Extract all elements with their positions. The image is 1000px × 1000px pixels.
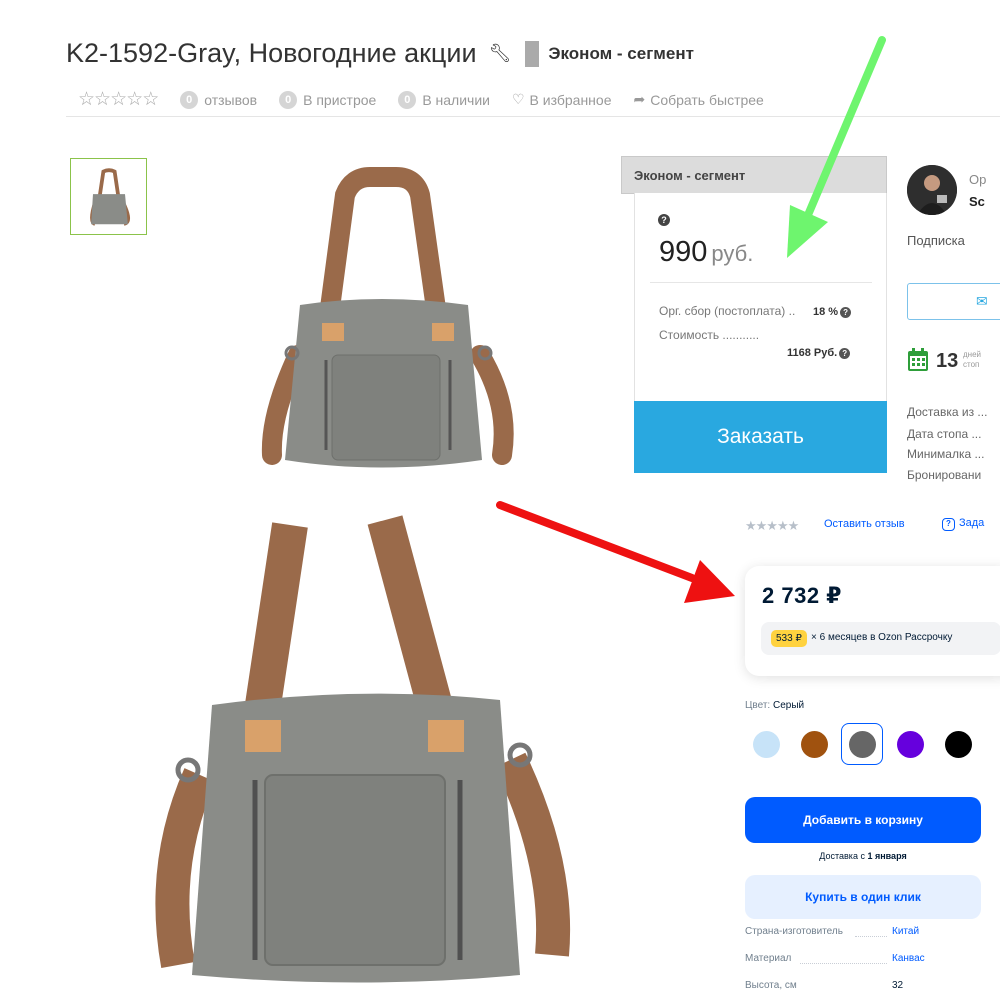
- color-swatch-black[interactable]: [937, 723, 979, 765]
- swatch-dot: [848, 730, 876, 758]
- buy-one-click-button[interactable]: Купить в один клик: [745, 875, 981, 919]
- ask-question-link[interactable]: ? Зада: [942, 517, 984, 531]
- color-swatch-brown[interactable]: [793, 723, 835, 765]
- swatch-dot: [896, 730, 924, 758]
- spec-label: Высота, см: [745, 980, 797, 991]
- spec-value[interactable]: Китай: [892, 926, 919, 937]
- color-swatch-gray[interactable]: [841, 723, 883, 765]
- days-label-line: стоп: [963, 360, 980, 369]
- installment-text: × 6 месяцев в Ozon Рассрочку: [811, 632, 953, 643]
- star-icon: ☆: [110, 89, 127, 110]
- star-icon: ☆: [78, 89, 95, 110]
- calendar-icon: [908, 348, 928, 371]
- order-button[interactable]: Заказать: [634, 401, 887, 473]
- cost-label: Стоимость ...........: [659, 328, 760, 342]
- share-arrow-icon: ➦: [633, 91, 646, 107]
- star-icon: ☆: [94, 89, 111, 110]
- color-label-value: Серый: [772, 700, 805, 711]
- spec-label: Страна-изготовитель: [745, 926, 843, 937]
- bag-thumbnail-image: [89, 167, 130, 226]
- segment-marker: [525, 40, 540, 67]
- color-swatch-purple[interactable]: [889, 723, 931, 765]
- organizer-avatar[interactable]: [907, 165, 957, 215]
- fee-label: Орг. сбор (постоплата) ..: [659, 304, 796, 318]
- star-icon: ☆: [126, 89, 143, 110]
- delivery-date: 1 января: [867, 851, 907, 861]
- days-label-line: дней: [963, 350, 982, 359]
- fee-value-wrap: 18 %?: [813, 306, 852, 318]
- ask-question-label: Зада: [959, 517, 985, 529]
- delivery-prefix: Доставка с: [819, 851, 868, 861]
- info-minimum: Минималка ...: [907, 447, 985, 461]
- message-button[interactable]: ✉: [907, 283, 1000, 320]
- spec-label: Материал: [745, 953, 792, 964]
- favorite-link[interactable]: ♡ В избранное: [512, 91, 612, 108]
- product-thumbnail[interactable]: [70, 158, 147, 235]
- question-bubble-icon: ?: [942, 518, 955, 531]
- price-value: 990: [659, 236, 708, 268]
- ozon-product-image[interactable]: [120, 505, 610, 985]
- favorite-label: В избранное: [529, 91, 612, 108]
- cost-value: 1168 Руб.: [787, 347, 838, 359]
- product-main-image[interactable]: [210, 155, 550, 485]
- stock-link[interactable]: 0 В наличии: [398, 90, 490, 109]
- days-count: 13: [936, 350, 959, 372]
- reviews-count: 0: [180, 90, 199, 109]
- product-title: K2-1592-Gray, Новогодние акции: [66, 38, 477, 68]
- color-swatch-light-blue[interactable]: [745, 723, 787, 765]
- swatch-dot: [752, 730, 780, 758]
- delivery-info: Доставка с 1 января: [745, 851, 981, 861]
- days-label: дней стоп: [963, 350, 981, 370]
- question-icon[interactable]: ?: [839, 347, 851, 359]
- leave-review-link[interactable]: Оставить отзыв: [824, 518, 905, 530]
- info-stop-date: Дата стопа ...: [907, 427, 982, 441]
- attach-count: 0: [279, 90, 298, 109]
- ozon-rating-stars: ★★★★★: [745, 518, 799, 533]
- wrench-icon[interactable]: 🔧︎: [489, 43, 512, 64]
- color-label-key: Цвет:: [745, 700, 771, 711]
- product-meta-bar: ☆ ☆ ☆ ☆ ☆ 0 отзывов 0 В пристрое 0 В наличии…: [78, 88, 786, 111]
- installment-badge: 533 ₽: [771, 630, 807, 647]
- question-icon[interactable]: ?: [840, 306, 852, 318]
- fee-value: 18 %: [813, 306, 839, 318]
- question-icon[interactable]: ?: [658, 214, 670, 226]
- price-currency: руб.: [711, 241, 754, 266]
- swatch-dot: [800, 730, 828, 758]
- stock-count: 0: [398, 90, 417, 109]
- swatch-dot: [944, 730, 972, 758]
- divider: [66, 116, 1000, 117]
- star-icon: ☆: [142, 89, 159, 110]
- organizer-name[interactable]: Sc: [969, 194, 985, 209]
- segment-name: Эконом - сегмент: [548, 43, 694, 63]
- reviews-link[interactable]: 0 отзывов: [180, 90, 258, 109]
- fast-collect-label: Собрать быстрее: [650, 91, 764, 108]
- spec-value[interactable]: Канвас: [892, 953, 925, 964]
- reviews-label: отзывов: [204, 91, 258, 108]
- attach-link[interactable]: 0 В пристрое: [279, 90, 377, 109]
- price: 990 руб.: [659, 236, 753, 269]
- info-delivery: Доставка из ...: [907, 405, 988, 419]
- organizer-label: Ор: [969, 172, 987, 187]
- stock-label: В наличии: [422, 91, 490, 108]
- cost-value-wrap: 1168 Руб.?: [787, 347, 851, 359]
- add-to-cart-button[interactable]: Добавить в корзину: [745, 797, 981, 843]
- divider: [650, 282, 872, 283]
- fast-collect-link[interactable]: ➦ Собрать быстрее: [633, 91, 763, 108]
- avatar-image: [907, 165, 957, 215]
- page-title: K2-1592-Gray, Новогодние акции 🔧︎ Эконом…: [66, 38, 694, 69]
- envelope-icon: ✉: [976, 293, 988, 309]
- segment-header: Эконом - сегмент: [621, 156, 887, 194]
- red-arrow-head: [684, 560, 735, 603]
- spec-dots: [800, 963, 887, 964]
- rating-stars[interactable]: ☆ ☆ ☆ ☆ ☆: [78, 88, 159, 111]
- color-label: Цвет: Серый: [745, 700, 804, 711]
- subscribe-label[interactable]: Подписка: [907, 233, 965, 248]
- spec-value: 32: [892, 980, 904, 991]
- heart-icon: ♡: [511, 91, 525, 107]
- ozon-price: 2 732 ₽: [762, 583, 842, 608]
- spec-dots: [855, 936, 887, 937]
- attach-label: В пристрое: [303, 91, 377, 108]
- info-booking: Бронировани: [907, 468, 982, 482]
